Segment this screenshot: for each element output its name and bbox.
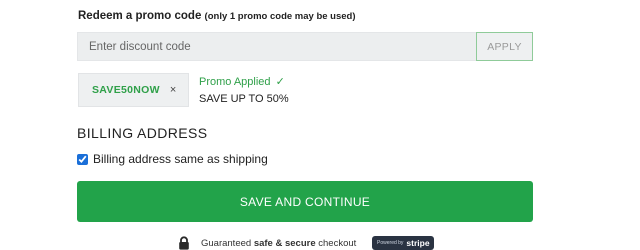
- save-and-continue-button[interactable]: SAVE AND CONTINUE: [77, 181, 533, 222]
- billing-address-heading: BILLING ADDRESS: [77, 125, 208, 141]
- billing-same-as-shipping-label[interactable]: Billing address same as shipping: [93, 152, 268, 166]
- secure-prefix: Guaranteed: [201, 237, 252, 249]
- lock-icon: [179, 236, 189, 250]
- check-icon: ✓: [275, 76, 285, 88]
- powered-by-text: Powered by: [377, 240, 404, 246]
- close-icon[interactable]: ×: [170, 84, 176, 96]
- promo-status-text: Promo Applied: [199, 76, 271, 88]
- stripe-logo: stripe: [406, 238, 430, 248]
- secure-bold: safe & secure: [253, 237, 316, 249]
- apply-button[interactable]: APPLY: [476, 32, 533, 61]
- promo-form: APPLY: [77, 32, 533, 61]
- promo-heading-note: (only 1 promo code may be used): [204, 11, 356, 22]
- applied-promo-code: SAVE50NOW: [92, 84, 160, 96]
- applied-promo-chip: SAVE50NOW ×: [78, 73, 189, 107]
- billing-same-as-shipping: Billing address same as shipping: [77, 152, 268, 166]
- promo-heading: Redeem a promo code (only 1 promo code m…: [78, 10, 356, 22]
- promo-heading-title: Redeem a promo code: [78, 10, 202, 22]
- promo-detail: SAVE UP TO 50%: [199, 93, 289, 105]
- promo-code-input[interactable]: [77, 32, 476, 61]
- billing-same-as-shipping-checkbox[interactable]: [77, 153, 88, 165]
- secure-checkout-text: Guaranteed safe & secure checkout: [201, 238, 356, 249]
- promo-status: Promo Applied ✓: [199, 75, 285, 88]
- secure-suffix: checkout: [318, 237, 357, 249]
- secure-checkout-notice: Guaranteed safe & secure checkout Powere…: [177, 236, 435, 250]
- powered-by-stripe-badge: Powered by stripe: [372, 236, 435, 250]
